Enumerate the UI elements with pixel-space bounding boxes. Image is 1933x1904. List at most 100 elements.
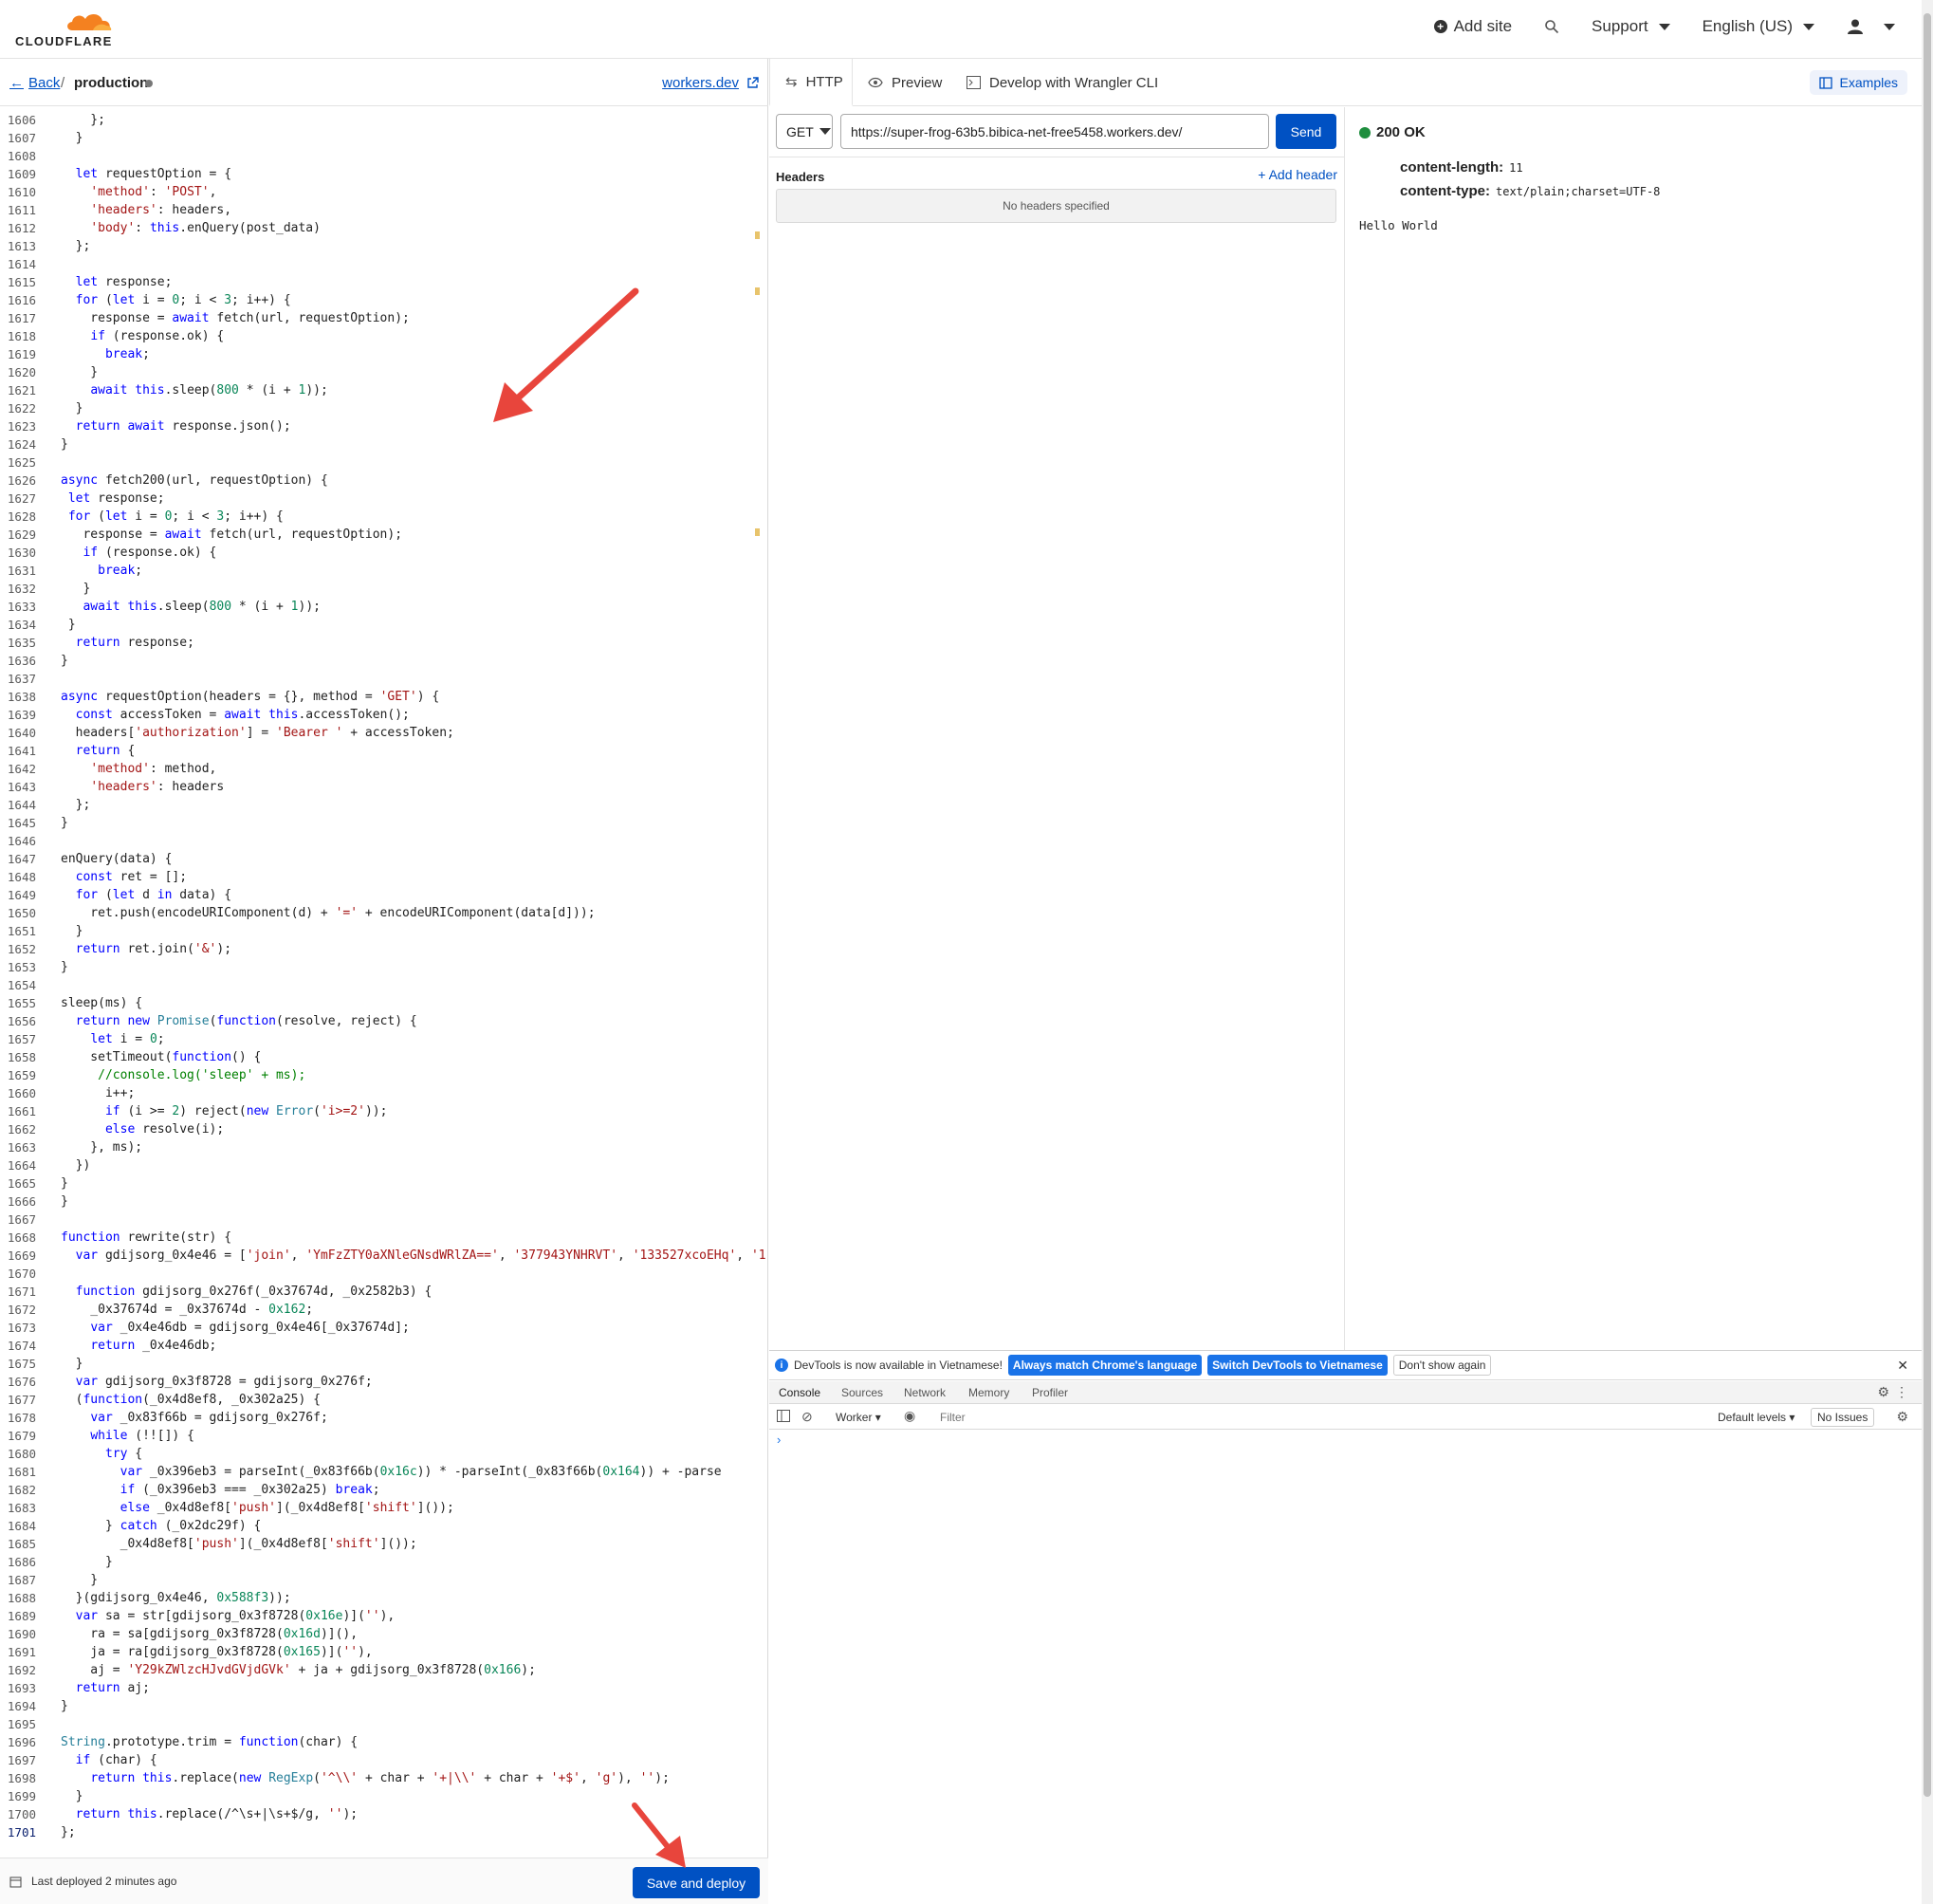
code-line[interactable]: _0x37674d = _0x37674d - 0x162;	[61, 1301, 313, 1319]
dont-show-again-button[interactable]: Don't show again	[1392, 1355, 1492, 1376]
code-line[interactable]: try {	[61, 1445, 142, 1463]
page-scrollbar[interactable]	[1922, 0, 1933, 1904]
code-line[interactable]: };	[61, 796, 91, 814]
code-line[interactable]: await this.sleep(800 * (i + 1));	[61, 598, 321, 616]
code-line[interactable]: if (_0x396eb3 === _0x302a25) break;	[61, 1481, 380, 1499]
code-line[interactable]: }	[61, 129, 83, 147]
code-line[interactable]: }	[61, 922, 83, 940]
code-line[interactable]: return aj;	[61, 1679, 150, 1697]
code-line[interactable]: 'headers': headers	[61, 778, 224, 796]
send-button[interactable]: Send	[1276, 114, 1336, 149]
tab-network[interactable]: Network	[904, 1386, 946, 1399]
code-line[interactable]: async fetch200(url, requestOption) {	[61, 471, 328, 490]
code-line[interactable]: }(gdijsorg_0x4e46, 0x588f3));	[61, 1589, 291, 1607]
tab-http[interactable]: ⇆ HTTP	[769, 59, 853, 106]
cloudflare-logo[interactable]: CLOUDFLARE	[15, 9, 120, 49]
code-line[interactable]: while (!![]) {	[61, 1427, 194, 1445]
issues-button[interactable]: No Issues	[1811, 1408, 1875, 1427]
code-line[interactable]: for (let i = 0; i < 3; i++) {	[61, 508, 284, 526]
code-line[interactable]: return response;	[61, 634, 194, 652]
code-line[interactable]: const accessToken = await this.accessTok…	[61, 706, 410, 724]
code-line[interactable]: return this.replace(/^\s+|\s+$/g, '');	[61, 1805, 358, 1823]
code-line[interactable]: };	[61, 1823, 76, 1841]
code-line[interactable]: return this.replace(new RegExp('^\\' + c…	[61, 1769, 670, 1787]
code-line[interactable]: break;	[61, 345, 150, 363]
code-line[interactable]: else _0x4d8ef8['push'](_0x4d8ef8['shift'…	[61, 1499, 454, 1517]
code-line[interactable]: };	[61, 111, 105, 129]
code-line[interactable]: response = await fetch(url, requestOptio…	[61, 309, 410, 327]
sidebar-toggle-icon[interactable]	[777, 1410, 790, 1425]
code-line[interactable]: }	[61, 399, 83, 417]
code-line[interactable]: response = await fetch(url, requestOptio…	[61, 526, 402, 544]
code-line[interactable]: ret.push(encodeURIComponent(d) + '=' + e…	[61, 904, 595, 922]
tab-console[interactable]: Console	[779, 1386, 820, 1399]
code-line[interactable]: ja = ra[gdijsorg_0x3f8728(0x165)](''),	[61, 1643, 372, 1661]
code-line[interactable]: return {	[61, 742, 136, 760]
code-line[interactable]: async requestOption(headers = {}, method…	[61, 688, 439, 706]
code-line[interactable]: var sa = str[gdijsorg_0x3f8728(0x16e)]('…	[61, 1607, 396, 1625]
code-line[interactable]: _0x4d8ef8['push'](_0x4d8ef8['shift']());	[61, 1535, 417, 1553]
code-line[interactable]: else resolve(i);	[61, 1120, 224, 1138]
code-line[interactable]: (function(_0x4d8ef8, _0x302a25) {	[61, 1391, 321, 1409]
code-line[interactable]: })	[61, 1156, 91, 1174]
examples-button[interactable]: Examples	[1809, 70, 1907, 95]
code-line[interactable]: if (i >= 2) reject(new Error('i>=2'));	[61, 1102, 387, 1120]
code-line[interactable]: }	[61, 363, 98, 381]
code-line[interactable]: }	[61, 1192, 68, 1211]
add-site-button[interactable]: + Add site	[1433, 17, 1512, 36]
code-line[interactable]: return await response.json();	[61, 417, 291, 435]
tab-profiler[interactable]: Profiler	[1032, 1386, 1068, 1399]
code-line[interactable]: //console.log('sleep' + ms);	[61, 1066, 305, 1084]
code-line[interactable]: const ret = [];	[61, 868, 187, 886]
code-line[interactable]: }, ms);	[61, 1138, 142, 1156]
search-button[interactable]	[1544, 19, 1559, 34]
tab-preview[interactable]: Preview	[868, 59, 942, 106]
code-line[interactable]: for (let d in data) {	[61, 886, 231, 904]
support-menu[interactable]: Support	[1592, 17, 1670, 36]
code-line[interactable]: return _0x4e46db;	[61, 1337, 216, 1355]
code-line[interactable]: aj = 'Y29kZWlzcHJvdGVjdGVk' + ja + gdijs…	[61, 1661, 536, 1679]
code-line[interactable]: let requestOption = {	[61, 165, 231, 183]
code-line[interactable]: }	[61, 1697, 68, 1715]
code-line[interactable]: break;	[61, 562, 142, 580]
gear-icon[interactable]: ⚙	[1877, 1384, 1889, 1400]
code-line[interactable]: }	[61, 435, 68, 453]
console-prompt[interactable]: ›	[777, 1433, 781, 1447]
code-lines[interactable]: }; } let requestOption = { 'method': 'PO…	[61, 107, 766, 1858]
back-link[interactable]: ← Back	[9, 75, 60, 91]
code-line[interactable]: headers['authorization'] = 'Bearer ' + a…	[61, 724, 454, 742]
code-line[interactable]: }	[61, 580, 90, 598]
context-select[interactable]: Worker ▾	[836, 1411, 881, 1424]
clear-console-icon[interactable]: ⊘	[801, 1409, 813, 1425]
code-line[interactable]: if (response.ok) {	[61, 327, 224, 345]
code-line[interactable]: var gdijsorg_0x3f8728 = gdijsorg_0x276f;	[61, 1373, 373, 1391]
code-line[interactable]: }	[61, 958, 68, 976]
code-line[interactable]: }	[61, 1553, 113, 1571]
code-line[interactable]: }	[61, 616, 76, 634]
code-line[interactable]: setTimeout(function() {	[61, 1048, 261, 1066]
code-line[interactable]: }	[61, 814, 68, 832]
code-line[interactable]: i++;	[61, 1084, 135, 1102]
code-line[interactable]: }	[61, 1571, 98, 1589]
code-line[interactable]: await this.sleep(800 * (i + 1));	[61, 381, 328, 399]
code-line[interactable]: 'body': this.enQuery(post_data)	[61, 219, 321, 237]
log-levels-select[interactable]: Default levels ▾	[1718, 1411, 1795, 1424]
add-header-button[interactable]: + Add header	[1258, 167, 1337, 182]
code-line[interactable]: 'headers': headers,	[61, 201, 231, 219]
gear-icon[interactable]: ⚙	[1896, 1409, 1908, 1425]
code-line[interactable]: 'method': 'POST',	[61, 183, 216, 201]
url-input[interactable]	[840, 114, 1269, 149]
code-line[interactable]: for (let i = 0; i < 3; i++) {	[61, 291, 291, 309]
code-line[interactable]: var gdijsorg_0x4e46 = ['join', 'YmFzZTY0…	[61, 1247, 766, 1265]
code-line[interactable]: return new Promise(function(resolve, rej…	[61, 1012, 417, 1030]
workers-dev-link[interactable]: workers.dev	[662, 75, 759, 91]
tab-memory[interactable]: Memory	[968, 1386, 1009, 1399]
code-line[interactable]: 'method': method,	[61, 760, 216, 778]
code-line[interactable]: var _0x83f66b = gdijsorg_0x276f;	[61, 1409, 327, 1427]
tab-wrangler[interactable]: Develop with Wrangler CLI	[966, 59, 1158, 106]
code-line[interactable]: }	[61, 1174, 68, 1192]
code-line[interactable]: let response;	[61, 273, 173, 291]
tab-sources[interactable]: Sources	[841, 1386, 883, 1399]
scrollbar-thumb[interactable]	[1924, 13, 1931, 1797]
code-line[interactable]: enQuery(data) {	[61, 850, 172, 868]
